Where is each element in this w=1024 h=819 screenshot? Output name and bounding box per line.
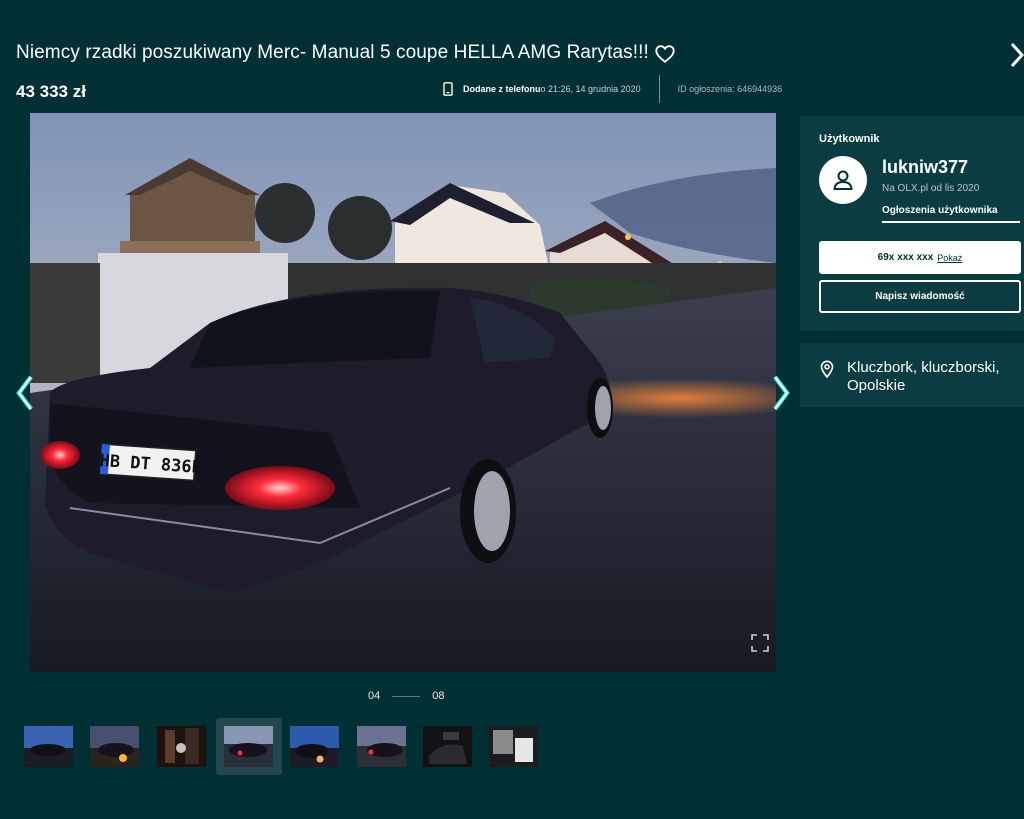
total-photos: 08 — [432, 690, 445, 702]
previous-photo-button[interactable] — [16, 375, 34, 411]
show-phone-button[interactable]: 69x xxx xxx Pokaż — [819, 241, 1021, 274]
chevron-right-icon — [773, 375, 790, 411]
thumbnail[interactable] — [489, 726, 538, 767]
fullscreen-icon — [751, 634, 769, 652]
thumbnail[interactable] — [90, 726, 139, 767]
location-card: Kluczbork, kluczborski, Opolskie — [800, 343, 1024, 407]
thumbnail[interactable] — [224, 726, 273, 767]
send-message-button[interactable]: Napisz wiadomość — [819, 280, 1021, 313]
user-name: lukniw377 — [882, 157, 969, 177]
user-card: Użytkownik lukniw377 Na OLX.pl od lis 20… — [800, 116, 1024, 331]
user-section-label: Użytkownik — [819, 133, 880, 145]
user-since: Na OLX.pl od lis 2020 — [882, 183, 980, 194]
thumbnail[interactable] — [24, 726, 73, 767]
close-button[interactable] — [1006, 40, 1024, 70]
heart-icon — [655, 45, 675, 63]
user-ads-link[interactable]: Ogłoszenia użytkownika — [882, 205, 1020, 223]
thumbnail[interactable] — [290, 726, 339, 767]
price: 43 333 zł — [16, 82, 86, 101]
thumbnail[interactable] — [423, 726, 472, 767]
photo-counter: 04 08 — [368, 690, 445, 702]
show-phone-link[interactable]: Pokaż — [937, 253, 962, 263]
location-text: Kluczbork, kluczborski, Opolskie — [847, 359, 1000, 394]
thumbnail[interactable] — [357, 726, 406, 767]
user-icon — [833, 170, 853, 190]
listing-title: Niemcy rzadki poszukiwany Merc- Manual 5… — [16, 42, 649, 63]
added-label: Dodane z telefonu — [463, 84, 541, 94]
map-pin-icon — [820, 360, 834, 378]
listing-meta: Dodane z telefonu o 21:26, 14 grudnia 20… — [443, 75, 783, 103]
chevron-left-icon — [16, 375, 33, 411]
current-photo: 04 — [368, 690, 381, 702]
thumbnail[interactable] — [157, 726, 206, 767]
phone-number: 69x xxx xxx — [877, 252, 934, 263]
main-photo[interactable]: HB DT 836E — [30, 113, 776, 672]
favorite-button[interactable] — [654, 43, 676, 65]
ad-id: ID ogłoszenia: 646944936 — [677, 84, 783, 94]
counter-divider — [392, 695, 421, 697]
avatar — [819, 156, 867, 204]
next-photo-button[interactable] — [772, 375, 790, 411]
meta-divider — [658, 75, 660, 103]
fullscreen-button[interactable] — [750, 633, 770, 653]
smartphone-icon — [443, 82, 453, 96]
chevron-right-icon — [1010, 42, 1024, 68]
added-time: o 21:26, 14 grudnia 2020 — [540, 84, 641, 94]
